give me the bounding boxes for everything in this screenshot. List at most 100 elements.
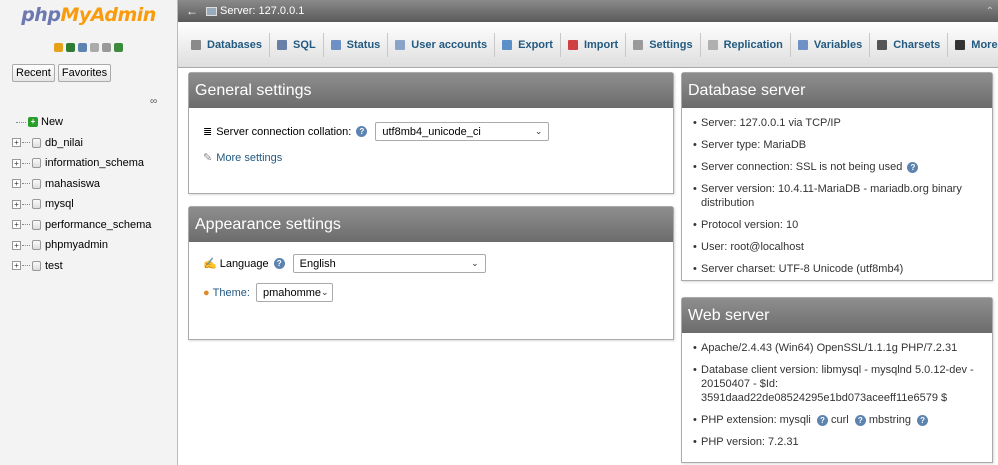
collapse-navigation-icon[interactable]: ← — [186, 4, 198, 18]
menu-sql[interactable]: SQL — [270, 32, 324, 57]
settings-icon[interactable] — [102, 42, 111, 52]
tree-branch-line — [22, 224, 30, 226]
expand-icon[interactable]: + — [12, 220, 21, 230]
database-name[interactable]: mysql — [45, 198, 74, 210]
menu-replication[interactable]: Replication — [701, 32, 791, 57]
list-item: PHP extension: mysqli ? curl ? mbstring … — [693, 413, 992, 427]
reload-icon[interactable] — [114, 42, 123, 52]
appearance-settings-panel: Appearance settings ✍ Language ? English… — [188, 206, 674, 340]
menu-more[interactable]: More — [948, 33, 998, 57]
database-icon — [32, 240, 41, 251]
expand-icon[interactable]: + — [12, 179, 21, 189]
more-settings-link[interactable]: More settings — [216, 152, 282, 164]
language-row: ✍ Language ? English ⌄ — [203, 254, 673, 273]
menu-settings[interactable]: Settings — [626, 32, 701, 57]
menu-label: Databases — [207, 38, 263, 51]
tree-item-phpmyadmin[interactable]: + phpmyadmin — [12, 235, 177, 256]
phpmyadmin-logo[interactable]: phpMyAdmin — [0, 0, 177, 36]
language-icon: ✍ — [203, 258, 217, 270]
menu-export[interactable]: Export — [495, 32, 561, 57]
theme-row: ● Theme: pmahomme ⌄ — [203, 283, 673, 302]
server-breadcrumb[interactable]: Server: 127.0.0.1 — [220, 5, 304, 17]
scroll-top-icon[interactable]: ⌃ — [986, 6, 994, 17]
php-extension-curl: curl — [830, 414, 849, 426]
curl-help-icon[interactable]: ? — [854, 415, 866, 426]
help-icon[interactable] — [78, 42, 87, 52]
tree-item-performance-schema[interactable]: + performance_schema — [12, 215, 177, 236]
database-name[interactable]: phpmyadmin — [45, 239, 108, 251]
expand-icon[interactable]: + — [12, 261, 21, 271]
docs-icon[interactable] — [90, 42, 99, 52]
menu-label: Charsets — [893, 38, 941, 51]
theme-value: pmahomme — [262, 286, 322, 299]
menu-import[interactable]: Import — [561, 32, 627, 57]
tree-item-test[interactable]: + test — [12, 256, 177, 277]
menu-user-accounts[interactable]: User accounts — [388, 32, 496, 57]
theme-select[interactable]: pmahomme ⌄ — [255, 283, 333, 302]
list-item: Server type: MariaDB — [693, 138, 992, 152]
menu-status[interactable]: Status — [324, 32, 389, 57]
language-select[interactable]: English ⌄ — [292, 254, 486, 273]
expand-icon[interactable]: + — [12, 158, 21, 168]
navigation-panel: phpMyAdmin Recent Favorites ∞ + New + db_… — [0, 0, 178, 465]
info-text: Server: 127.0.0.1 via TCP/IP — [701, 117, 841, 129]
mysqli-help-icon[interactable]: ? — [816, 415, 828, 426]
menu-label: Variables — [813, 38, 863, 51]
logo-myadmin: MyAdmin — [60, 4, 156, 26]
database-name[interactable]: test — [45, 260, 63, 272]
favorites-tab[interactable]: Favorites — [57, 64, 112, 82]
info-text: Protocol version: 10 — [701, 219, 799, 231]
list-item: Apache/2.4.43 (Win64) OpenSSL/1.1.1g PHP… — [693, 341, 992, 355]
tree-branch-line — [22, 244, 30, 246]
more-chevron-icon — [955, 39, 966, 50]
tree-branch-line — [16, 121, 26, 123]
expand-icon[interactable]: + — [12, 240, 21, 250]
expand-icon[interactable]: + — [12, 199, 21, 209]
logout-icon[interactable] — [66, 42, 75, 52]
menu-label: Export — [518, 38, 553, 51]
sql-icon — [277, 39, 288, 50]
list-item: Server charset: UTF-8 Unicode (utf8mb4) — [693, 262, 992, 276]
tree-item-mysql[interactable]: + mysql — [12, 194, 177, 215]
server-icon — [206, 6, 217, 16]
collation-help-icon[interactable]: ? — [356, 126, 368, 137]
recent-tab[interactable]: Recent — [12, 64, 55, 82]
info-text: Server type: MariaDB — [701, 139, 807, 151]
menu-label: Status — [346, 38, 381, 51]
home-icon[interactable] — [54, 42, 63, 52]
menu-databases[interactable]: Databases — [184, 32, 271, 57]
tree-item-mahasiswa[interactable]: + mahasiswa — [12, 174, 177, 195]
database-name[interactable]: mahasiswa — [45, 178, 100, 190]
expand-icon[interactable]: + — [12, 138, 21, 148]
database-name[interactable]: performance_schema — [45, 219, 151, 231]
language-help-icon[interactable]: ? — [273, 258, 285, 269]
tree-item-new[interactable]: + New — [12, 112, 177, 133]
tree-branch-line — [22, 142, 30, 144]
ssl-help-icon[interactable]: ? — [907, 162, 919, 173]
more-settings-row: ✎ More settings — [203, 151, 673, 165]
list-item: Server connection: SSL is not being used… — [693, 160, 992, 174]
database-icon — [32, 158, 41, 169]
php-extension-label: PHP extension: mysqli — [701, 414, 811, 426]
menu-variables[interactable]: Variables — [791, 32, 871, 57]
tree-branch-line — [22, 162, 30, 164]
tree-item-information-schema[interactable]: + information_schema — [12, 153, 177, 174]
theme-label[interactable]: Theme: — [213, 287, 250, 299]
web-server-info-list: Apache/2.4.43 (Win64) OpenSSL/1.1.1g PHP… — [682, 333, 992, 449]
mbstring-help-icon[interactable]: ? — [917, 415, 929, 426]
collation-select[interactable]: utf8mb4_unicode_ci ⌄ — [375, 122, 550, 141]
collation-icon: ≣ — [203, 126, 213, 138]
tree-item-db-nilai[interactable]: + db_nilai — [12, 133, 177, 154]
database-name[interactable]: db_nilai — [45, 137, 83, 149]
replication-icon — [707, 39, 718, 50]
navigation-toolbar — [0, 36, 177, 58]
databases-icon — [191, 39, 201, 50]
main-menu: Databases SQL Status User accounts Export Imp… — [178, 22, 998, 68]
database-name[interactable]: information_schema — [45, 157, 144, 169]
link-with-main-panel-icon[interactable]: ∞ — [150, 96, 157, 107]
menu-charsets[interactable]: Charsets — [870, 32, 949, 57]
tree-branch-line — [22, 203, 30, 205]
database-icon — [32, 199, 41, 210]
status-icon — [330, 39, 341, 50]
collation-row: ≣ Server connection collation: ? utf8mb4… — [203, 122, 673, 141]
